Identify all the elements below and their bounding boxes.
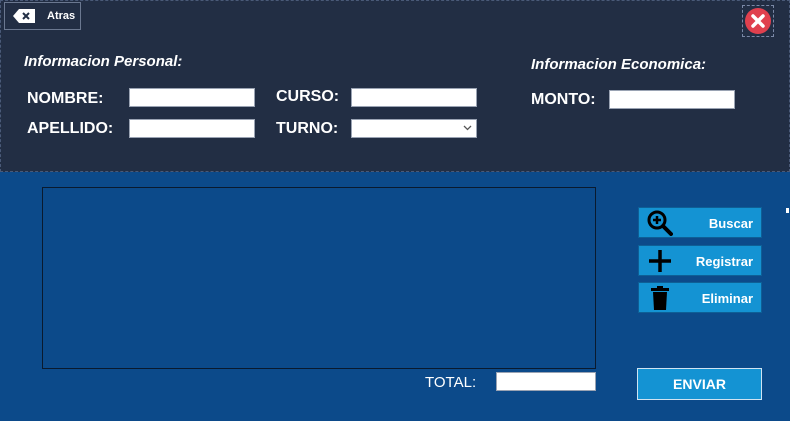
zoom-search-icon	[647, 210, 673, 236]
back-button-label: Atras	[47, 10, 76, 22]
close-icon	[745, 8, 771, 34]
turno-label: TURNO:	[276, 120, 339, 137]
close-button[interactable]	[742, 5, 774, 37]
buscar-label: Buscar	[708, 216, 753, 231]
monto-label: MONTO:	[531, 91, 596, 108]
nombre-label: NOMBRE:	[27, 90, 104, 107]
eliminar-label: Eliminar	[701, 291, 753, 306]
total-field[interactable]	[496, 372, 596, 391]
resize-handle[interactable]	[786, 208, 789, 213]
nombre-field[interactable]	[129, 88, 255, 107]
buscar-button[interactable]: Buscar	[638, 207, 762, 238]
chevron-down-icon	[463, 125, 472, 131]
monto-field[interactable]	[609, 90, 735, 109]
turno-select[interactable]	[351, 119, 477, 138]
back-button[interactable]: Atras	[4, 2, 81, 30]
enviar-button[interactable]: ENVIAR	[637, 368, 762, 400]
eliminar-button[interactable]: Eliminar	[638, 282, 762, 313]
economic-info-title: Informacion Economica:	[531, 56, 707, 73]
backspace-icon	[13, 9, 35, 23]
personal-info-title: Informacion Personal:	[24, 53, 183, 70]
apellido-label: APELLIDO:	[27, 120, 114, 137]
registrar-label: Registrar	[695, 254, 753, 269]
apellido-field[interactable]	[129, 119, 255, 138]
trash-icon	[651, 286, 669, 310]
plus-icon	[649, 250, 671, 272]
header-panel: Atras Informacion Personal: Informacion …	[0, 0, 790, 172]
curso-field[interactable]	[351, 88, 477, 107]
records-grid[interactable]	[42, 187, 596, 369]
total-label: TOTAL:	[425, 374, 477, 391]
curso-label: CURSO:	[276, 88, 340, 105]
registrar-button[interactable]: Registrar	[638, 245, 762, 276]
